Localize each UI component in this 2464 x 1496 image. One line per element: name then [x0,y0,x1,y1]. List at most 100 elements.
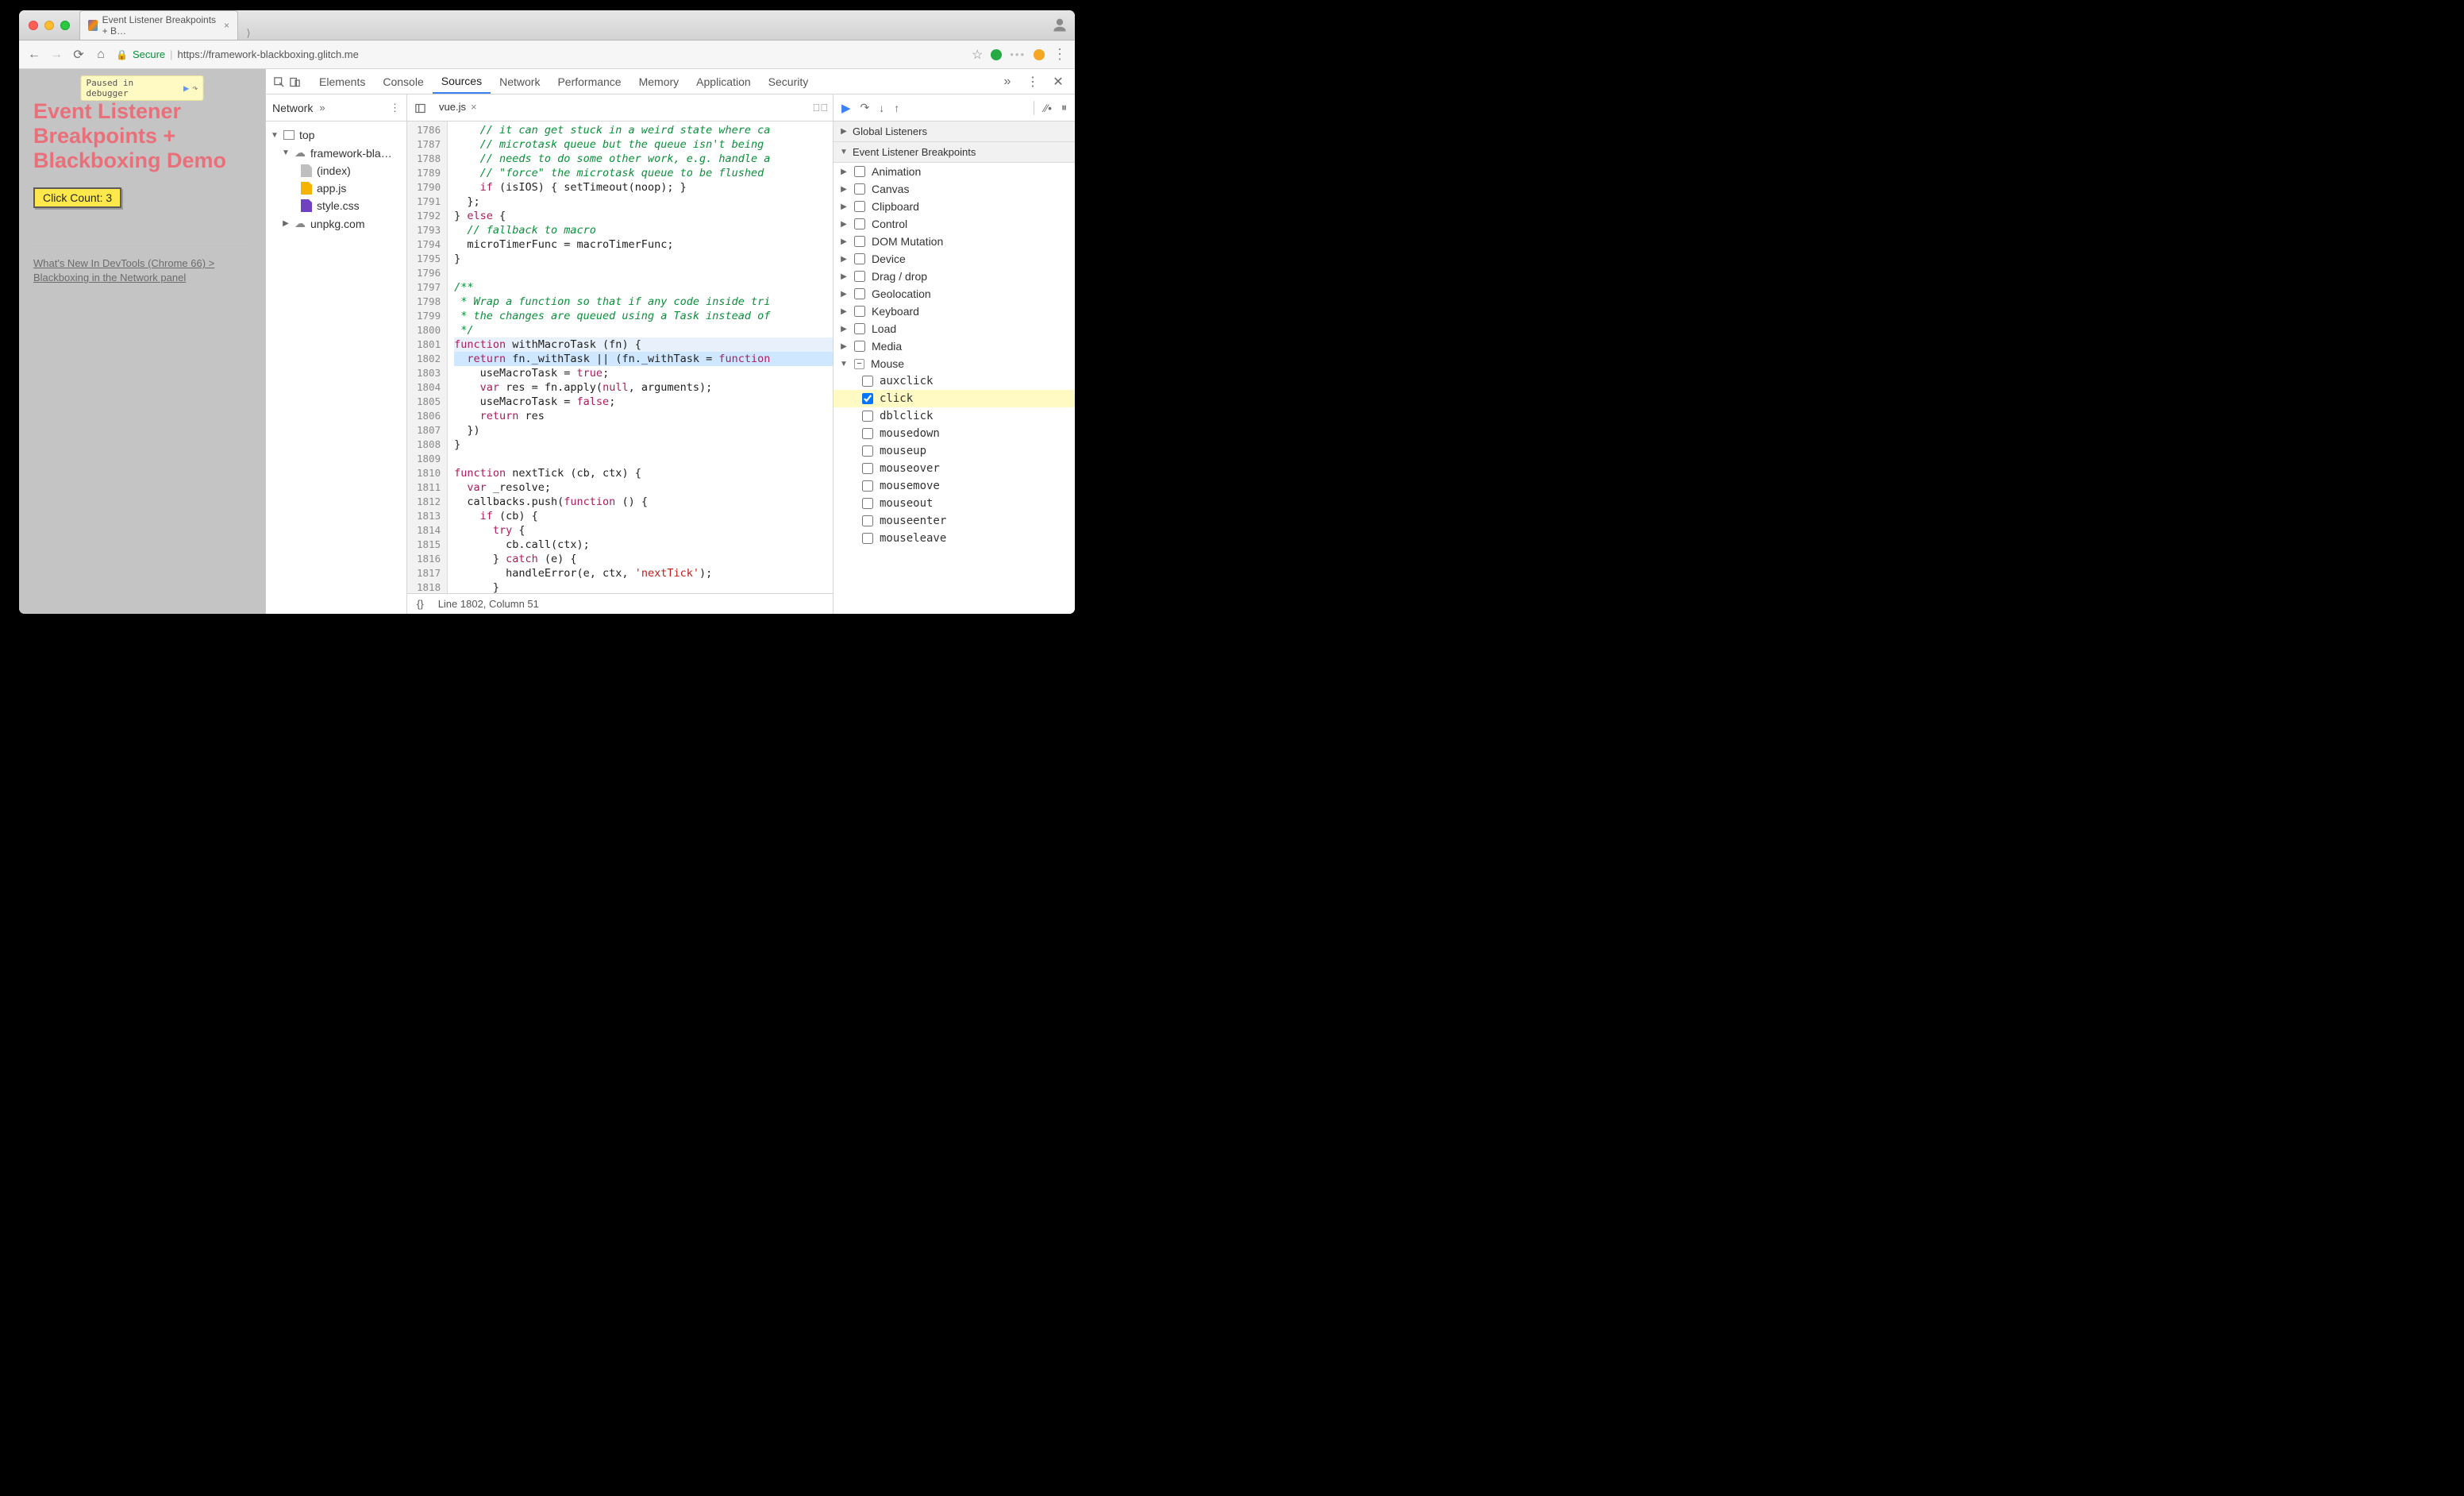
event-checkbox[interactable] [862,533,873,544]
editor-tab-vuejs[interactable]: vue.js × [431,94,485,121]
bp-category-animation[interactable]: ▶ Animation [834,163,1075,180]
bp-category-drag-drop[interactable]: ▶ Drag / drop [834,268,1075,285]
category-checkbox[interactable] [854,341,865,352]
event-checkbox[interactable] [862,393,873,404]
devtools-tab-network[interactable]: Network [491,69,549,94]
back-button[interactable]: ← [27,48,41,62]
category-checkbox[interactable] [854,183,865,195]
category-checkbox[interactable] [854,218,865,229]
extension-icon[interactable] [1034,49,1045,60]
event-checkbox[interactable] [862,411,873,422]
mini-step-icon[interactable]: ↷ [192,83,198,94]
code-editor[interactable]: 1786178717881789179017911792179317941795… [407,121,833,593]
resume-icon[interactable]: ▶ [841,101,851,115]
close-tab-icon[interactable]: × [471,101,477,113]
overflow-icon[interactable]: » [1000,75,1014,89]
devtools-tab-performance[interactable]: Performance [549,69,629,94]
event-checkbox[interactable] [862,515,873,526]
event-checkbox[interactable] [862,445,873,457]
address-field[interactable]: 🔒 Secure | https://framework-blackboxing… [116,44,956,65]
step-into-icon[interactable]: ↓ [879,102,884,114]
navigator-tab-network[interactable]: Network [272,102,313,114]
toggle-navigator-icon[interactable] [412,101,428,114]
bp-category-dom-mutation[interactable]: ▶ DOM Mutation [834,233,1075,250]
device-toggle-icon[interactable] [287,75,302,87]
minimize-window-button[interactable] [44,21,54,30]
step-out-icon[interactable]: ↑ [894,102,899,114]
pretty-print-icon[interactable]: {} [417,598,424,610]
reload-button[interactable]: ⟳ [71,47,86,63]
new-tab-button[interactable]: ⟩ [238,27,259,40]
bp-category-media[interactable]: ▶ Media [834,337,1075,355]
bp-event-mouseout[interactable]: mouseout [834,495,1075,512]
event-checkbox[interactable] [862,428,873,439]
category-checkbox[interactable] [854,306,865,317]
close-window-button[interactable] [29,21,38,30]
pause-on-exceptions-icon[interactable]: ⏸ [1061,101,1067,114]
bp-category-canvas[interactable]: ▶ Canvas [834,180,1075,198]
bp-event-mouseup[interactable]: mouseup [834,442,1075,460]
event-checkbox[interactable] [862,463,873,474]
devtools-tab-elements[interactable]: Elements [310,69,374,94]
category-checkbox[interactable] [854,166,865,177]
bp-event-auxclick[interactable]: auxclick [834,372,1075,390]
devtools-close-icon[interactable]: ✕ [1051,74,1065,90]
bp-event-mouseover[interactable]: mouseover [834,460,1075,477]
extension-icon[interactable] [991,49,1002,60]
extension-icon[interactable]: ••• [1010,48,1026,60]
tree-file-appjs[interactable]: app.js [266,179,406,197]
tree-origin-unpkg[interactable]: ▶☁ unpkg.com [266,214,406,233]
bp-category-device[interactable]: ▶ Device [834,250,1075,268]
category-checkbox[interactable] [854,201,865,212]
deactivate-breakpoints-icon[interactable]: ⁄⁄• [1044,102,1052,114]
tab-close-icon[interactable]: × [224,20,229,31]
bp-event-click[interactable]: click [834,390,1075,407]
category-checkbox[interactable] [854,288,865,299]
bp-category-geolocation[interactable]: ▶ Geolocation [834,285,1075,303]
element-picker-icon[interactable] [271,75,287,87]
bp-category-clipboard[interactable]: ▶ Clipboard [834,198,1075,215]
devtools-tab-console[interactable]: Console [374,69,432,94]
run-snippet-icon[interactable]: ▷⃞ [813,102,829,114]
tree-frame-top[interactable]: ▼ top [266,126,406,144]
pane-global-listeners[interactable]: ▶Global Listeners [834,121,1075,142]
step-over-icon[interactable]: ↷ [860,101,870,114]
category-checkbox[interactable] [854,271,865,282]
bp-event-mouseenter[interactable]: mouseenter [834,512,1075,530]
navigator-menu-icon[interactable]: ⋮ [390,102,400,114]
click-count-button[interactable]: Click Count: 3 [33,187,121,208]
pane-event-listener-breakpoints[interactable]: ▼Event Listener Breakpoints [834,142,1075,163]
tree-file-stylecss[interactable]: style.css [266,197,406,214]
category-checkbox[interactable] [854,236,865,247]
event-checkbox[interactable] [862,498,873,509]
devtools-tab-security[interactable]: Security [760,69,818,94]
bp-category-control[interactable]: ▶ Control [834,215,1075,233]
browser-tab[interactable]: Event Listener Breakpoints + B… × [79,10,238,40]
mini-resume-icon[interactable]: ▶ [183,83,189,94]
forward-button[interactable]: → [49,48,64,62]
bp-event-mousedown[interactable]: mousedown [834,425,1075,442]
tree-file-index[interactable]: (index) [266,162,406,179]
event-checkbox[interactable] [862,480,873,492]
bp-event-mouseleave[interactable]: mouseleave [834,530,1075,547]
devtools-tab-sources[interactable]: Sources [433,69,491,94]
devtools-tab-memory[interactable]: Memory [630,69,688,94]
event-checkbox[interactable] [862,376,873,387]
code-body[interactable]: // it can get stuck in a weird state whe… [448,121,833,593]
article-link[interactable]: What's New In DevTools (Chrome 66) > Bla… [33,256,251,285]
devtools-menu-icon[interactable]: ⋮ [1026,74,1040,90]
devtools-tab-application[interactable]: Application [687,69,760,94]
bp-category-mouse[interactable]: ▼− Mouse [834,355,1075,372]
bookmark-icon[interactable]: ☆ [972,47,983,63]
bp-category-keyboard[interactable]: ▶ Keyboard [834,303,1075,320]
profile-icon[interactable] [1045,10,1075,40]
home-button[interactable]: ⌂ [94,48,108,62]
category-checkbox[interactable] [854,323,865,334]
browser-menu-icon[interactable]: ⋮ [1053,46,1067,63]
bp-event-dblclick[interactable]: dblclick [834,407,1075,425]
bp-event-mousemove[interactable]: mousemove [834,477,1075,495]
category-checkbox-mixed[interactable]: − [854,359,864,369]
category-checkbox[interactable] [854,253,865,264]
tree-origin[interactable]: ▼☁ framework-bla… [266,144,406,162]
bp-category-load[interactable]: ▶ Load [834,320,1075,337]
